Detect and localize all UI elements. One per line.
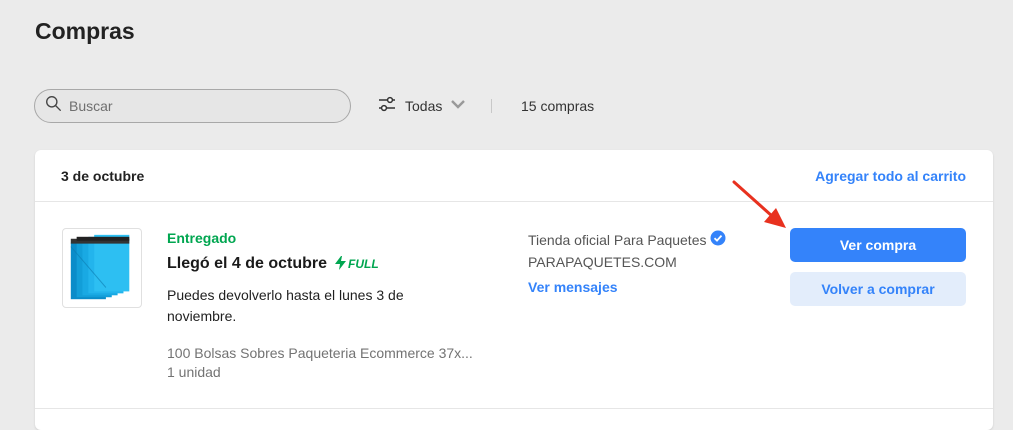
purchase-count: 15 compras [521,98,595,114]
filter-label: Todas [405,98,443,114]
arrival-text: Llegó el 4 de octubre [167,255,328,272]
page-title: Compras [35,18,135,44]
search-bar[interactable] [34,89,351,123]
row-divider [35,408,993,409]
product-title[interactable]: 100 Bolsas Sobres Paqueteria Ecommerce 3… [167,345,473,361]
seller-label: Tienda oficial Para Paquetes [528,231,707,248]
add-all-to-cart-link[interactable]: Agregar todo al carrito [815,168,966,184]
return-deadline: Puedes devolverlo hasta el lunes 3 de no… [167,287,404,324]
toolbar-divider [491,99,492,113]
lightning-icon [335,255,348,273]
status-filter-dropdown[interactable]: Todas [377,95,468,117]
product-thumbnail[interactable] [62,228,142,308]
search-input[interactable] [67,97,331,115]
view-messages-link[interactable]: Ver mensajes [528,279,618,295]
delivery-status: Entregado [167,230,237,246]
store-url: PARAPAQUETES.COM [528,254,677,270]
buy-again-button[interactable]: Volver a comprar [790,272,966,306]
chevron-down-icon [442,94,468,119]
search-icon [45,95,62,117]
verified-badge-icon [706,230,726,249]
full-badge-label: FULL [348,257,379,271]
sliders-icon [377,94,397,119]
product-quantity: 1 unidad [167,364,221,380]
view-purchase-button[interactable]: Ver compra [790,228,966,262]
card-header: 3 de octubre Agregar todo al carrito [35,150,993,202]
full-badge: FULL [335,255,379,273]
arrival-date: Llegó el 4 de octubre FULL [167,255,379,273]
seller-name: Tienda oficial Para Paquetes [528,230,726,249]
purchase-card: 3 de octubre Agregar todo al carrito Ent… [35,150,993,430]
purchase-date: 3 de octubre [61,168,145,184]
